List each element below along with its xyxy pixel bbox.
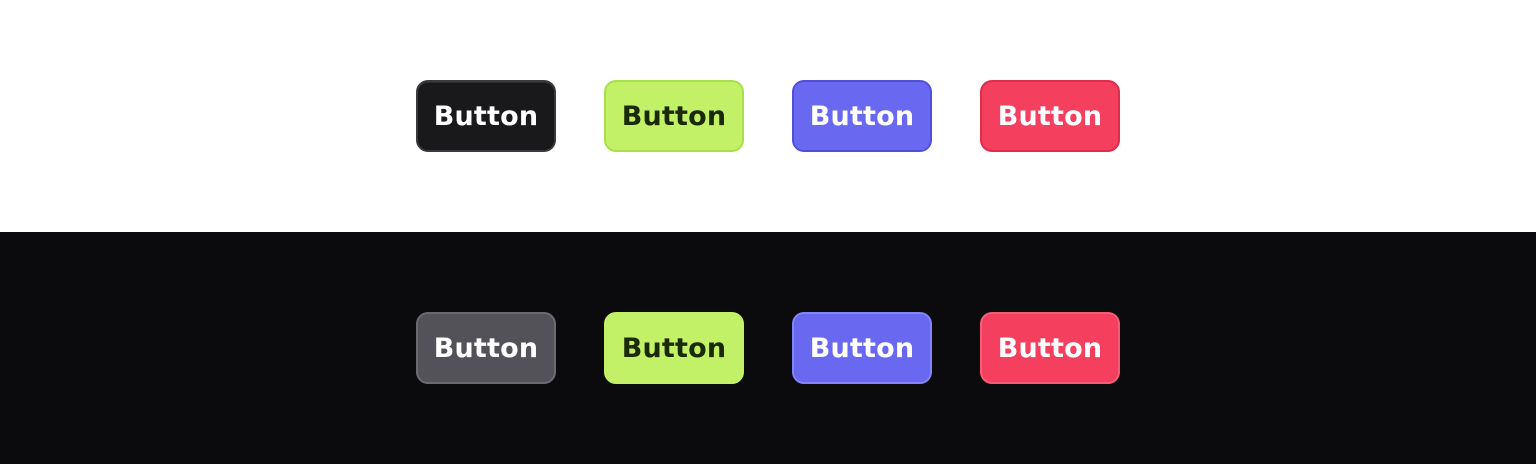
- light-lime-button[interactable]: Button: [604, 80, 744, 152]
- dark-indigo-button[interactable]: Button: [792, 312, 932, 384]
- dark-rose-button[interactable]: Button: [980, 312, 1120, 384]
- light-theme-panel: Button Button Button Button: [0, 0, 1536, 232]
- light-button-row: Button Button Button Button: [416, 80, 1120, 152]
- dark-theme-panel: Button Button Button Button: [0, 232, 1536, 464]
- dark-lime-button[interactable]: Button: [604, 312, 744, 384]
- light-neutral-button[interactable]: Button: [416, 80, 556, 152]
- dark-button-row: Button Button Button Button: [416, 312, 1120, 384]
- light-indigo-button[interactable]: Button: [792, 80, 932, 152]
- light-rose-button[interactable]: Button: [980, 80, 1120, 152]
- dark-neutral-button[interactable]: Button: [416, 312, 556, 384]
